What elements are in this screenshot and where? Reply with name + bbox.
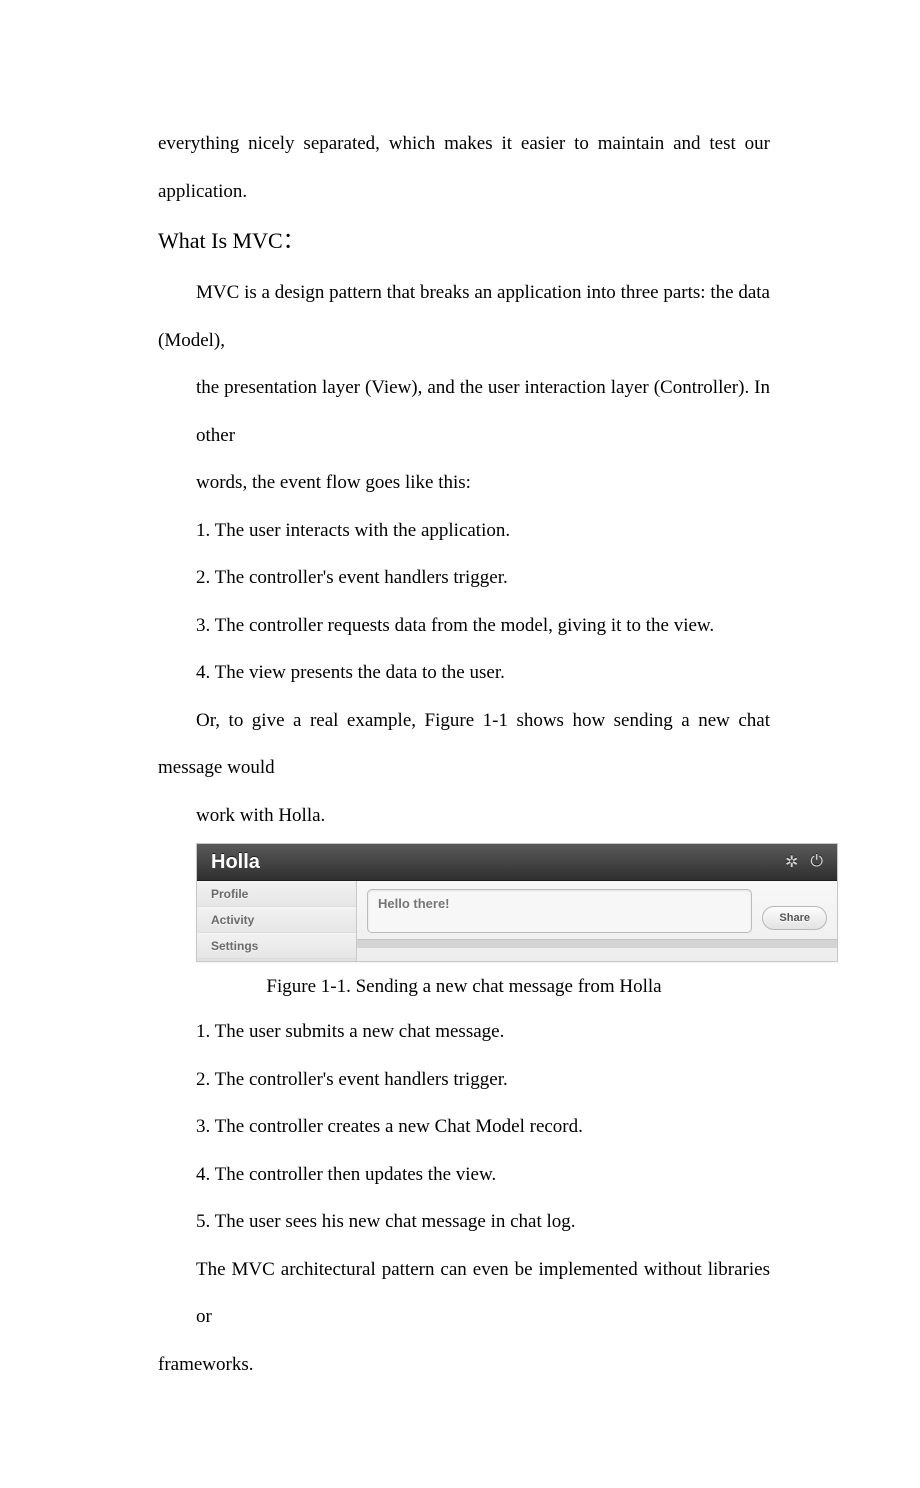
holla-step-2: 2. The controller's event handlers trigg…: [158, 1056, 770, 1104]
holla-step-3: 3. The controller creates a new Chat Mod…: [158, 1103, 770, 1151]
power-icon[interactable]: ⏻: [810, 853, 823, 871]
example-lead-2: work with Holla.: [158, 792, 770, 840]
holla-app-title: Holla: [211, 851, 773, 874]
holla-log-bar: [357, 939, 837, 948]
holla-step-4: 4. The controller then updates the view.: [158, 1151, 770, 1199]
section-heading-what-is-mvc: What Is MVC：: [158, 223, 770, 255]
figure-caption: Figure 1-1. Sending a new chat message f…: [158, 976, 770, 998]
mvc-intro-line-2: the presentation layer (View), and the u…: [158, 364, 770, 459]
flow-step-3: 3. The controller requests data from the…: [158, 602, 770, 650]
sidebar-item-activity[interactable]: Activity: [197, 907, 356, 933]
flow-step-1: 1. The user interacts with the applicati…: [158, 507, 770, 555]
holla-compose-row: Share: [367, 889, 827, 933]
figure-holla-app: Holla ✲ ⏻ Profile Activity Settings Shar…: [196, 843, 838, 962]
sidebar-item-profile[interactable]: Profile: [197, 881, 356, 907]
holla-header-bar: Holla ✲ ⏻: [197, 844, 837, 881]
flow-step-4: 4. The view presents the data to the use…: [158, 649, 770, 697]
holla-main-panel: Share: [357, 881, 837, 961]
closing-line-2: frameworks.: [158, 1341, 770, 1389]
intro-paragraph: everything nicely separated, which makes…: [158, 120, 770, 215]
mvc-intro-line-3: words, the event flow goes like this:: [158, 459, 770, 507]
holla-step-1: 1. The user submits a new chat message.: [158, 1008, 770, 1056]
holla-step-5: 5. The user sees his new chat message in…: [158, 1198, 770, 1246]
flow-step-2: 2. The controller's event handlers trigg…: [158, 554, 770, 602]
share-button[interactable]: Share: [762, 906, 827, 930]
closing-line-1: The MVC architectural pattern can even b…: [158, 1246, 770, 1341]
document-page: everything nicely separated, which makes…: [0, 0, 920, 1488]
mvc-intro-line-1: MVC is a design pattern that breaks an a…: [158, 269, 770, 364]
gear-icon[interactable]: ✲: [785, 852, 798, 872]
sidebar-item-settings[interactable]: Settings: [197, 933, 356, 959]
chat-message-input[interactable]: [367, 889, 752, 933]
holla-sidebar: Profile Activity Settings: [197, 881, 357, 961]
example-lead-1: Or, to give a real example, Figure 1-1 s…: [158, 697, 770, 792]
holla-body: Profile Activity Settings Share: [197, 881, 837, 961]
